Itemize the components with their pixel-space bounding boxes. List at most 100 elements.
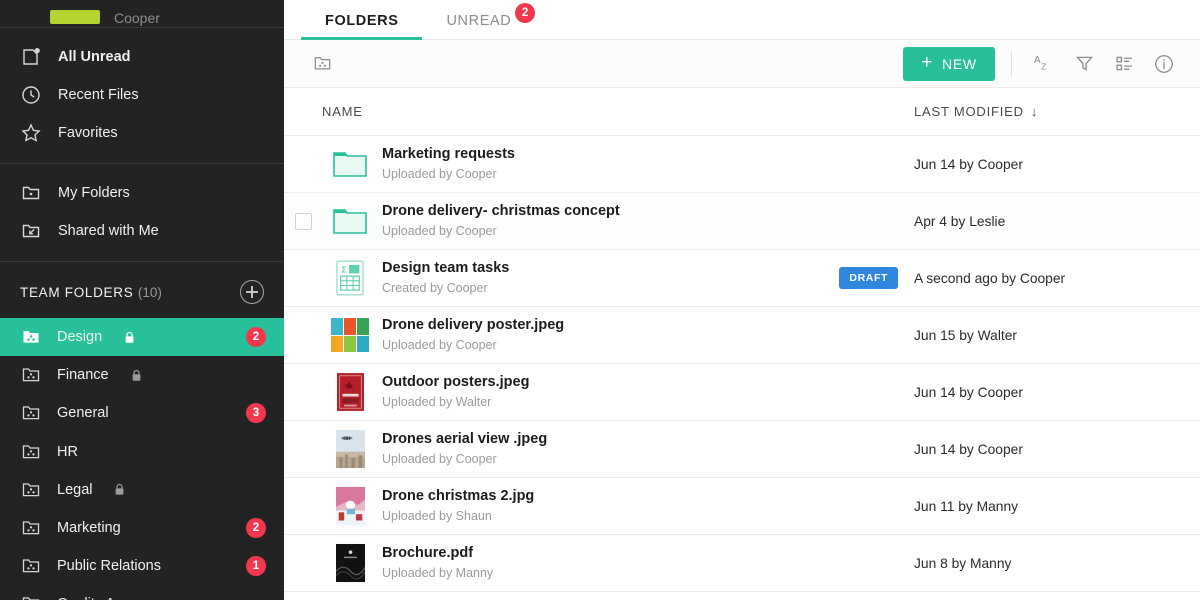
list-view-icon[interactable] (1109, 49, 1139, 79)
table-row[interactable]: Marketing requests Uploaded by Cooper Ju… (284, 136, 1200, 193)
christmas-scene-thumbnail (322, 486, 378, 526)
sidebar-item-recent-files[interactable]: Recent Files (0, 76, 284, 114)
main-content: FOLDERS UNREAD 2 + NEW AZ NAME LAST MODI… (284, 0, 1200, 600)
row-text: Drone delivery poster.jpeg Uploaded by C… (378, 316, 914, 354)
row-subtitle: Uploaded by Cooper (382, 451, 497, 466)
plus-circle-icon[interactable] (240, 280, 264, 304)
sidebar-folder-label: HR (57, 443, 78, 460)
filter-funnel-icon[interactable] (1069, 49, 1099, 79)
team-folder-icon (20, 479, 42, 501)
row-subtitle: Uploaded by Cooper (382, 337, 497, 352)
sidebar-folder-label: Legal (57, 481, 93, 498)
sidebar-item-my-folders[interactable]: My Folders (0, 174, 284, 212)
row-last-modified: Apr 4 by Leslie (914, 213, 1006, 229)
sidebar-item-shared-with-me[interactable]: Shared with Me (0, 212, 284, 250)
brand-strip: Cooper (0, 0, 284, 28)
sidebar-item-public-relations[interactable]: Public Relations 1 (0, 547, 284, 585)
team-folders-title: TEAM FOLDERS (10) (20, 285, 162, 300)
status-badge: DRAFT (839, 267, 898, 289)
thumbnail-image (331, 318, 369, 352)
poster-grid-thumbnail (322, 318, 378, 352)
brand-user-label: Cooper (114, 10, 160, 26)
info-circle-icon[interactable] (1149, 49, 1179, 79)
column-header-last-modified-label: LAST MODIFIED (914, 104, 1024, 119)
new-button[interactable]: + NEW (903, 46, 995, 81)
table-row[interactable]: Outdoor posters.jpeg Uploaded by Walter … (284, 364, 1200, 421)
svg-text:Z: Z (1041, 62, 1046, 71)
folder-icon (322, 207, 378, 235)
brand-logo-icon (50, 10, 100, 24)
table-row[interactable]: Drones aerial view .jpeg Uploaded by Coo… (284, 421, 1200, 478)
sidebar-item-hr[interactable]: HR (0, 433, 284, 471)
file-list: Marketing requests Uploaded by Cooper Ju… (284, 136, 1200, 600)
sidebar-item-favorites[interactable]: Favorites (0, 114, 284, 152)
app-root: Cooper All Unread Recent Files Favorites… (0, 0, 1200, 600)
sidebar-item-design[interactable]: Design 2 (0, 318, 284, 357)
sidebar-folder-label: Public Relations (57, 558, 161, 575)
row-text: Brochure.pdf Uploaded by Manny (378, 544, 914, 582)
my-folder-icon (20, 182, 42, 204)
row-text: Drones aerial view .jpeg Uploaded by Coo… (378, 430, 914, 468)
sidebar-item-label: Shared with Me (58, 223, 159, 239)
table-row[interactable]: Σ Design team tasks Created by Cooper DR… (284, 250, 1200, 307)
row-text: Outdoor posters.jpeg Uploaded by Walter (378, 373, 914, 411)
sidebar-folder-label: Marketing (57, 520, 121, 537)
table-row[interactable]: Drone delivery- christmas concept Upload… (284, 193, 1200, 250)
sidebar-item-marketing[interactable]: Marketing 2 (0, 509, 284, 547)
row-title: Marketing requests (382, 146, 515, 163)
row-last-modified: Jun 14 by Cooper (914, 156, 1023, 172)
team-folder-icon (20, 517, 42, 539)
row-subtitle: Uploaded by Manny (382, 565, 494, 580)
tab-folders[interactable]: FOLDERS (301, 13, 423, 40)
quick-nav-group: All Unread Recent Files Favorites (0, 28, 284, 164)
lock-icon (114, 483, 125, 496)
sidebar-item-quality-assurance[interactable]: Quality Assurance (0, 585, 284, 600)
unread-document-icon (20, 46, 42, 68)
sidebar-item-label: Recent Files (58, 87, 139, 103)
sidebar-item-all-unread[interactable]: All Unread (0, 38, 284, 76)
sidebar-folder-badge: 3 (246, 403, 266, 424)
sidebar-folder-label: Quality Assurance (57, 596, 174, 600)
table-row[interactable]: Drone delivery poster.jpeg Uploaded by C… (284, 307, 1200, 364)
folder-icon (322, 150, 378, 178)
team-folder-icon[interactable] (307, 49, 337, 79)
spreadsheet-icon: Σ (322, 260, 378, 296)
sidebar-folder-label: Design (57, 329, 103, 346)
sidebar-folder-label: General (57, 405, 109, 422)
plus-icon: + (921, 52, 934, 73)
dark-brochure-thumbnail (322, 543, 378, 583)
shared-folder-icon (20, 220, 42, 242)
tab-label: UNREAD (446, 13, 512, 29)
sidebar-folder-badge: 2 (246, 327, 266, 348)
sidebar-item-general[interactable]: General 3 (0, 394, 284, 432)
team-folder-icon (20, 593, 42, 600)
row-checkbox-slot[interactable] (284, 212, 322, 230)
team-folder-icon (20, 402, 42, 424)
row-title: Outdoor posters.jpeg (382, 374, 530, 391)
table-header: NAME LAST MODIFIED ↓ (284, 88, 1200, 136)
sidebar-item-finance[interactable]: Finance (0, 356, 284, 394)
red-poster-thumbnail (322, 372, 378, 412)
row-last-modified: A second ago by Cooper (914, 270, 1066, 286)
table-row[interactable]: Brochure.pdf Uploaded by Manny Jun 8 by … (284, 535, 1200, 592)
sidebar: Cooper All Unread Recent Files Favorites… (0, 0, 284, 600)
tab-unread[interactable]: UNREAD 2 (422, 3, 536, 39)
star-icon (20, 122, 42, 144)
column-header-name[interactable]: NAME (322, 104, 914, 119)
row-title: Brochure.pdf (382, 545, 474, 562)
team-folders-header: TEAM FOLDERS (10) (0, 262, 284, 318)
row-checkbox[interactable] (294, 212, 312, 230)
tab-bar: FOLDERS UNREAD 2 (284, 0, 1200, 40)
lock-icon (131, 369, 142, 382)
row-last-modified: Jun 14 by Cooper (914, 441, 1023, 457)
sort-az-icon[interactable]: AZ (1029, 49, 1059, 79)
column-header-last-modified[interactable]: LAST MODIFIED ↓ (914, 104, 1176, 119)
sidebar-folder-badge: 2 (246, 518, 266, 539)
row-subtitle: Created by Cooper (382, 280, 488, 295)
tab-label: FOLDERS (325, 13, 399, 29)
table-row[interactable]: Drone christmas 2.jpg Uploaded by Shaun … (284, 478, 1200, 535)
sidebar-item-label: All Unread (58, 49, 131, 65)
toolbar-divider (1011, 50, 1012, 77)
sidebar-item-legal[interactable]: Legal (0, 471, 284, 509)
svg-text:Σ: Σ (342, 264, 347, 274)
